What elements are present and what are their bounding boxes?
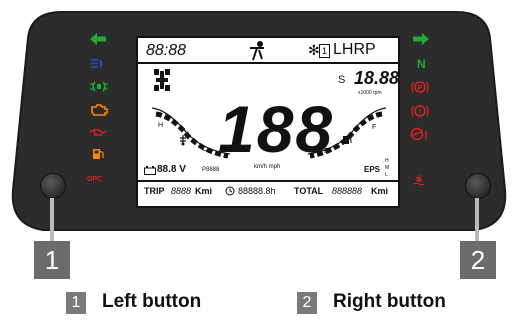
right-callout-number: 2: [460, 241, 496, 279]
legend-right-label: Right button: [333, 291, 446, 312]
left-callout-number: 1: [34, 241, 70, 279]
legend-left-number: 1: [66, 292, 86, 314]
legend-left-label: Left button: [102, 291, 202, 312]
dashboard-diagram: 88:88 ✻ 1 LHRP S 18.88 x1000 rpm H C 188…: [0, 0, 518, 320]
callout-leader-lines: [50, 198, 479, 241]
legend-right-number: 2: [297, 292, 317, 314]
